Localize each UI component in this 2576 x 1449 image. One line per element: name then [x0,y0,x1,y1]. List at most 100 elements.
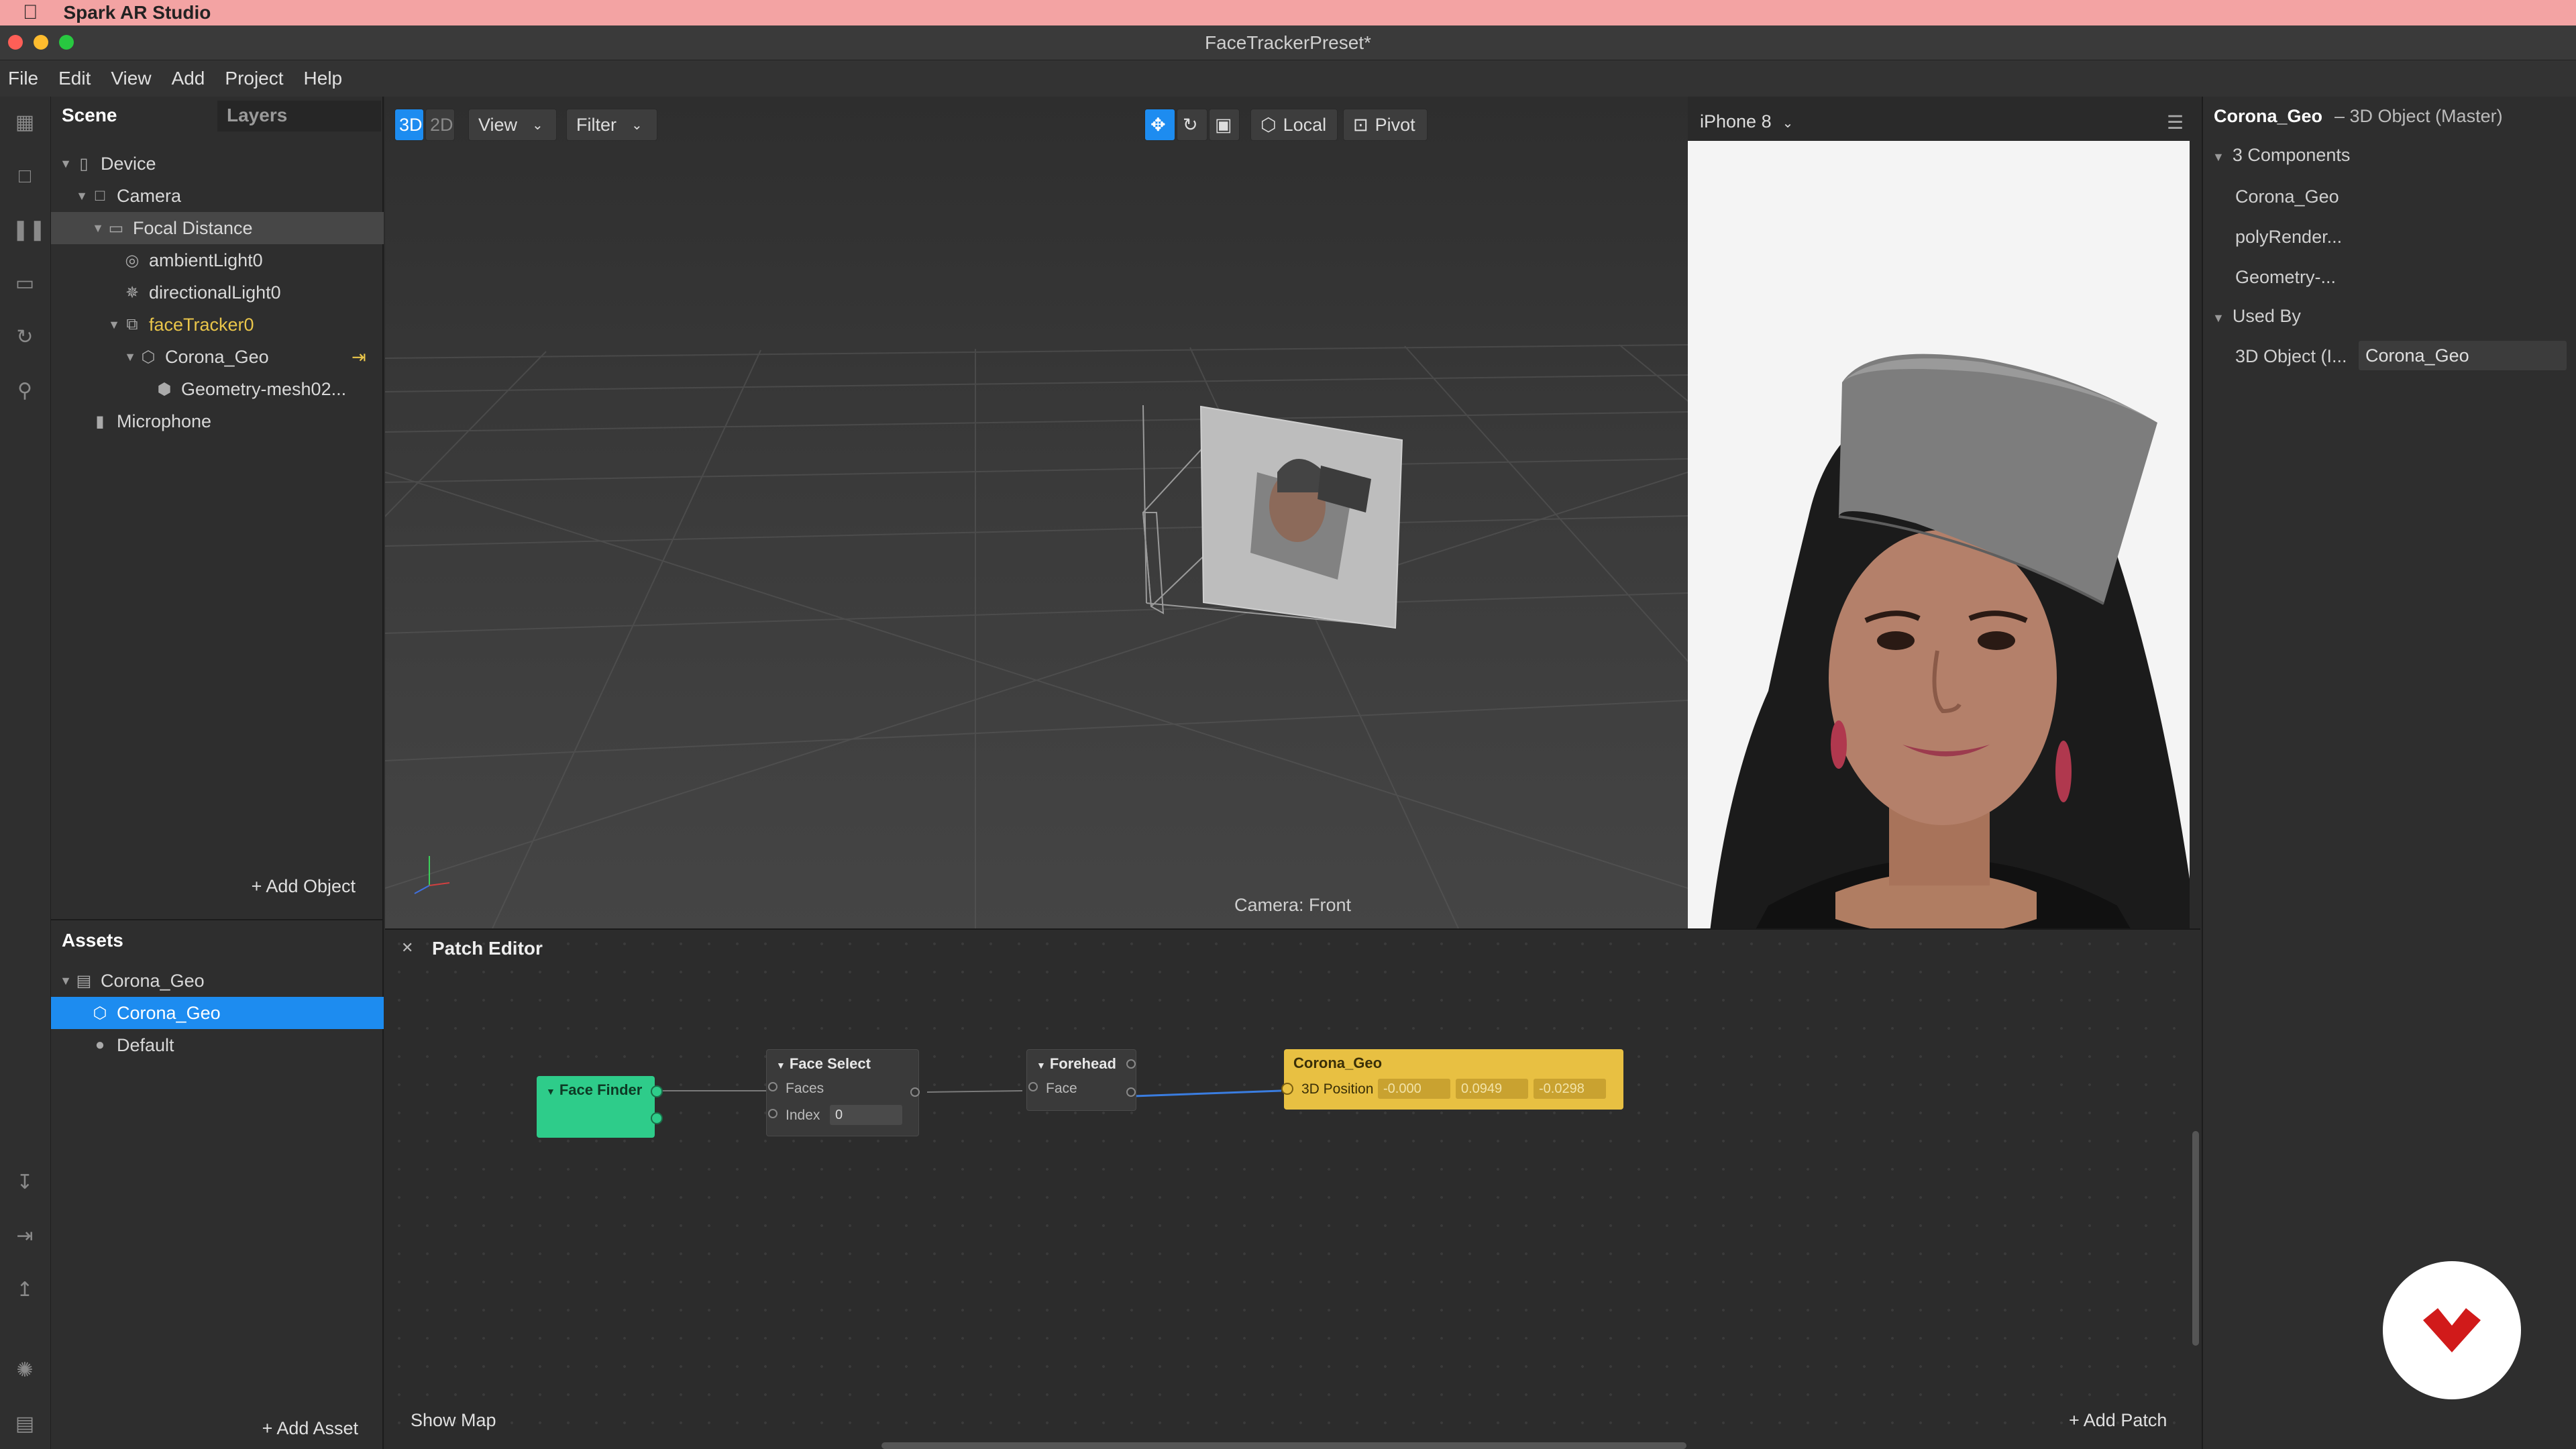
corona-geo-patch[interactable]: Corona_Geo 3D Position -0.000 0.0949 -0.… [1281,1049,1623,1110]
refresh-icon[interactable]: ↻ [12,325,38,350]
components-header[interactable]: ▼ 3 Components [2212,145,2350,166]
face-tracker-icon: ⧉ [126,315,138,333]
scene-item-row[interactable]: ▼ ▯ Device [51,148,384,180]
link-to-patch-icon[interactable]: ⇥ [352,347,366,368]
output-port[interactable] [1126,1059,1136,1069]
position-y-input[interactable]: 0.0949 [1456,1079,1528,1099]
view-dropdown[interactable]: View ⌄ [468,109,557,141]
add-asset-button[interactable]: + Add Asset [262,1418,358,1439]
menu-project[interactable]: Project [225,68,283,89]
apple-icon[interactable]:  [23,1,38,24]
output-port[interactable] [1126,1087,1136,1097]
add-object-button[interactable]: + Add Object [252,876,356,897]
import-icon[interactable]: ↧ [12,1170,38,1195]
face-select-patch[interactable]: ▼ Face Select Faces Index 0 [766,1049,920,1136]
face-finder-patch[interactable]: ▼ Face Finder [537,1076,663,1138]
scale-tool-button[interactable]: ▣ [1209,109,1240,141]
vertical-scrollbar[interactable] [2192,1131,2199,1346]
input-port[interactable] [768,1109,777,1118]
cube-icon: ⬡ [1260,114,1277,135]
input-port[interactable] [768,1082,777,1091]
search-icon[interactable]: ⚲ [12,378,38,404]
chevron-down-icon: ⌄ [1782,116,1794,131]
chevron-down-icon: ⌄ [532,117,543,133]
focal-plane-icon: ▭ [108,219,124,237]
bug-icon[interactable]: ✺ [12,1358,38,1383]
device-dropdown[interactable]: iPhone 8 ⌄ [1700,111,1793,132]
index-input[interactable]: 0 [830,1105,902,1125]
component-item[interactable]: Corona_Geo [2235,186,2339,207]
menu-add[interactable]: Add [172,68,205,89]
used-by-value[interactable]: Corona_Geo [2359,341,2567,370]
component-item[interactable]: Geometry-... [2235,267,2336,288]
app-menu-bar: File Edit View Add Project Help [0,60,2576,97]
simulator-screen [1688,141,2190,1030]
used-by-header[interactable]: ▼ Used By [2212,306,2301,327]
scene-item-row[interactable]: ▮ Microphone [51,405,384,437]
input-port[interactable] [1028,1082,1038,1091]
scene-item-row[interactable]: ✵ directionalLight0 [51,276,384,309]
show-map-button[interactable]: Show Map [411,1410,496,1431]
position-x-input[interactable]: -0.000 [1378,1079,1450,1099]
horizontal-scrollbar[interactable] [881,1442,1686,1449]
zoom-window-button[interactable] [59,35,74,50]
tab-layers[interactable]: Layers [227,105,287,126]
assets-panel: Assets ▼ ▤ Corona_Geo ⬡ Corona_Geo ● Default +… [51,919,384,1449]
input-port[interactable] [1281,1083,1293,1095]
scene-item-row[interactable]: ⬢ Geometry-mesh02... [51,373,384,405]
app-name[interactable]: Spark AR Studio [64,2,211,23]
caret-down-icon[interactable]: ▼ [91,221,105,235]
corona-geo-patch-title: Corona_Geo [1293,1055,1383,1071]
3d-object-icon: ⬡ [141,347,156,366]
export-icon[interactable]: ↥ [12,1277,38,1303]
mode-3d-button[interactable]: 3D [394,109,424,141]
video-icon[interactable]: □ [12,164,38,189]
scene-item-row[interactable]: ▼ ⧉ faceTracker0 [51,309,384,341]
tab-scene[interactable]: Scene [62,105,117,126]
minimize-window-button[interactable] [34,35,48,50]
menu-view[interactable]: View [111,68,151,89]
position-z-input[interactable]: -0.0298 [1534,1079,1606,1099]
menu-file[interactable]: File [8,68,38,89]
scene-item-row[interactable]: ▼ ⬡ Corona_Geo ⇥ [51,341,384,373]
output-port[interactable] [910,1087,920,1097]
console-icon[interactable]: ▤ [12,1411,38,1437]
menu-edit[interactable]: Edit [58,68,91,89]
inspector-panel: Corona_Geo – 3D Object (Master) ▼ 3 Compo… [2202,97,2576,1449]
scene-item-row[interactable]: ▼ □ Camera [51,180,384,212]
close-window-button[interactable] [8,35,23,50]
caret-down-icon[interactable]: ▼ [59,974,72,988]
simulator-menu-icon[interactable]: ☰ [2167,111,2184,133]
caret-down-icon[interactable]: ▼ [75,189,89,203]
pause-icon[interactable]: ❚❚ [12,217,46,243]
output-port[interactable] [651,1112,663,1124]
asset-item-row[interactable]: ● Default [51,1029,384,1061]
scene-item-row[interactable]: ◎ ambientLight0 [51,244,384,276]
pivot-toggle[interactable]: ⊡ Pivot [1343,109,1428,141]
device-icon[interactable]: ▭ [12,271,38,297]
filter-dropdown[interactable]: Filter ⌄ [566,109,657,141]
output-port[interactable] [651,1085,663,1097]
asset-item-row[interactable]: ⬡ Corona_Geo [51,997,384,1029]
scene-viewport[interactable]: 3D 2D View ⌄ Filter ⌄ ✥ ↻ ▣ ⬡ Local ⊡ Pivot … [385,97,1688,928]
patch-editor[interactable]: ✕ Patch Editor ▼ Face Finder ▼ Face Select… [385,928,2200,1449]
plus-icon: + [262,1418,277,1438]
forehead-patch[interactable]: ▼ Forehead Face [1026,1049,1136,1111]
local-toggle[interactable]: ⬡ Local [1250,109,1338,141]
mode-2d-button[interactable]: 2D [425,109,455,141]
move-tool-button[interactable]: ✥ [1144,109,1175,141]
caret-down-icon[interactable]: ▼ [123,350,137,364]
rotate-tool-button[interactable]: ↻ [1177,109,1208,141]
caret-down-icon[interactable]: ▼ [107,318,121,332]
face-preview [1688,141,2190,1030]
asset-item-row[interactable]: ▼ ▤ Corona_Geo [51,965,384,997]
add-patch-button[interactable]: + Add Patch [2069,1410,2167,1431]
scene-item-label: faceTracker0 [149,314,254,335]
caret-down-icon[interactable]: ▼ [59,157,72,171]
layout-icon[interactable]: ▦ [12,110,38,136]
axis-gizmo [414,856,450,894]
send-to-device-icon[interactable]: ⇥ [12,1224,38,1249]
menu-help[interactable]: Help [304,68,343,89]
component-item[interactable]: polyRender... [2235,227,2342,248]
scene-item-row[interactable]: ▼ ▭ Focal Distance [51,212,384,244]
